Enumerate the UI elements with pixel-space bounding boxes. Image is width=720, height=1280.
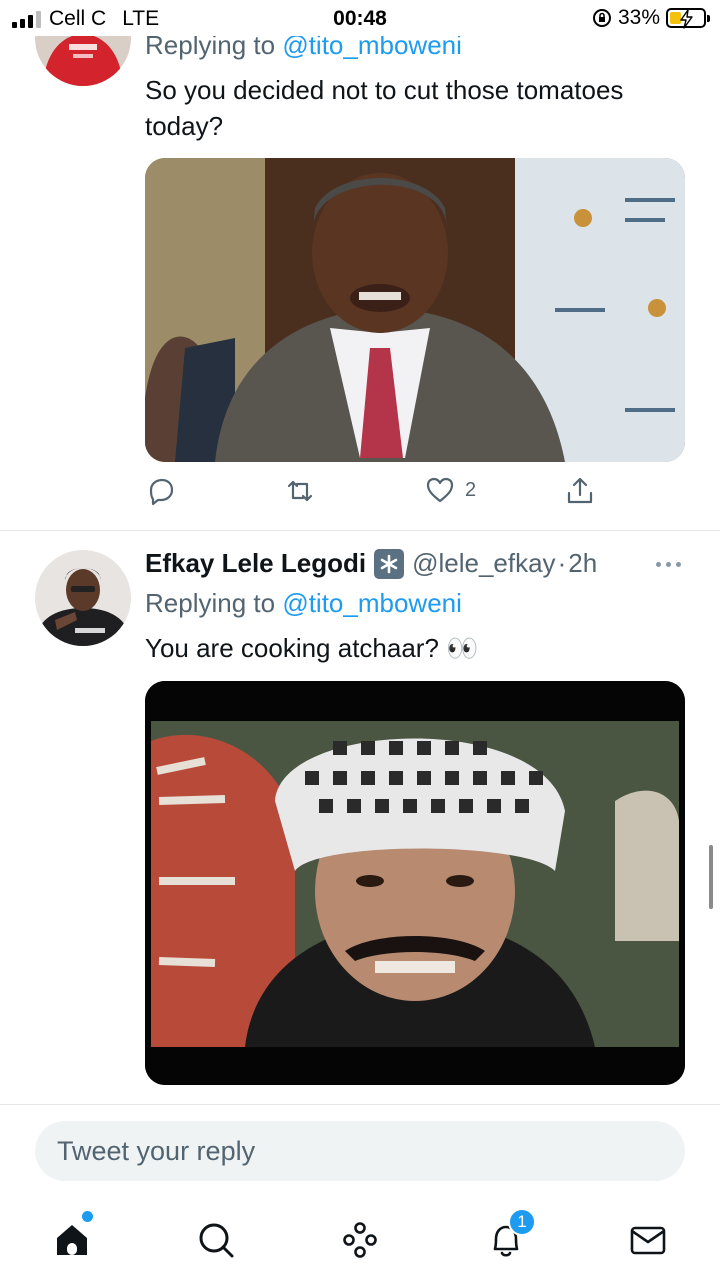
status-right: 33%	[592, 6, 710, 30]
tweet-image[interactable]	[145, 158, 685, 462]
reply-prefix: Replying to	[145, 588, 283, 618]
retweet-icon	[287, 480, 313, 502]
bottom-tab-bar: 1	[0, 1200, 720, 1280]
tab-messages[interactable]	[626, 1218, 670, 1262]
tweet-2[interactable]: Efkay Lele Legodi @lele_efkay · 2h Reply…	[0, 548, 720, 1104]
verified-badge-icon	[374, 548, 405, 579]
like-button[interactable]: 2	[425, 475, 476, 505]
heart-icon	[426, 477, 454, 503]
tab-home[interactable]	[50, 1211, 94, 1262]
tab-search[interactable]	[194, 1218, 238, 1262]
status-bar: Cell C LTE 00:48 33%	[0, 0, 720, 36]
notification-badge: 1	[508, 1208, 536, 1236]
search-icon	[199, 1223, 234, 1258]
messages-icon	[630, 1226, 666, 1255]
share-icon	[567, 477, 593, 504]
battery-icon	[666, 8, 710, 29]
reply-handle-link[interactable]: @tito_mboweni	[282, 588, 462, 618]
tweet-actions: 2	[145, 475, 595, 509]
tweet-header: Efkay Lele Legodi @lele_efkay · 2h	[145, 548, 597, 579]
reply-bar	[0, 1104, 720, 1200]
spaces-icon	[343, 1222, 377, 1258]
home-icon	[57, 1225, 87, 1255]
like-count: 2	[465, 478, 477, 501]
reply-input[interactable]	[35, 1121, 685, 1181]
meta-separator: ·	[557, 548, 567, 578]
tweet-time: 2h	[568, 548, 598, 578]
replying-to: Replying to @tito_mboweni	[145, 588, 462, 619]
display-name[interactable]: Efkay Lele Legodi	[145, 548, 366, 579]
reply-icon	[149, 478, 174, 506]
reply-button[interactable]	[145, 475, 177, 507]
home-new-indicator	[82, 1211, 93, 1222]
avatar[interactable]	[35, 550, 131, 646]
orientation-lock-icon	[592, 9, 611, 27]
tweet-video[interactable]	[145, 681, 685, 1085]
tweet-1[interactable]: Replying to @tito_mboweni So you decided…	[0, 0, 720, 530]
battery-percent: 33%	[617, 6, 660, 29]
scroll-indicator[interactable]	[709, 845, 713, 909]
tweet-divider	[0, 530, 720, 531]
user-handle[interactable]: @lele_efkay	[412, 548, 555, 579]
tweet-text: So you decided not to cut those tomatoes…	[145, 75, 624, 141]
retweet-button[interactable]	[283, 475, 317, 507]
tab-notifications[interactable]: 1	[484, 1208, 536, 1262]
share-button[interactable]	[565, 475, 595, 507]
tweet-text: You are cooking atchaar? 👀	[145, 633, 479, 663]
tab-spaces[interactable]	[338, 1218, 382, 1262]
more-options-icon[interactable]	[656, 562, 681, 567]
